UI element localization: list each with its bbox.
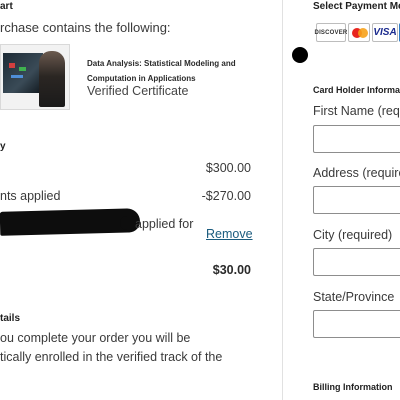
column-divider [282,0,283,400]
visa-card-label: VISA [373,27,397,38]
city-input[interactable] [313,248,400,276]
billing-info-heading: Billing Information [313,382,393,392]
city-label: City (required) [313,228,393,242]
course-title: Data Analysis: Statistical Modeling and … [87,59,236,83]
thumbnail-screen [3,53,43,93]
summary-heading: y [0,141,6,152]
mastercard-circle-yellow [358,28,368,38]
discount-label: nts applied [0,189,61,203]
mastercard-icon[interactable] [348,23,370,42]
course-thumbnail [0,44,70,110]
address-input[interactable] [313,186,400,214]
course-certificate-type: Verified Certificate [87,84,189,98]
cart-intro: rchase contains the following: [0,20,171,35]
thumbnail-detail [11,75,23,78]
first-name-input[interactable] [313,125,400,153]
discover-card-icon[interactable]: DISCOVER [314,23,348,42]
cursor-dot [292,47,308,63]
cart-heading: art [0,1,13,12]
payment-method-heading: Select Payment Met [313,1,400,12]
visa-card-icon[interactable]: VISA [372,23,398,42]
thumbnail-person [39,51,65,107]
total-value: $30.00 [212,263,251,277]
thumbnail-detail [19,67,26,71]
remove-coupon-link[interactable]: Remove [206,227,253,241]
details-line-1: ou complete your order you will be [0,331,191,345]
address-label: Address (require [313,166,400,180]
state-province-label: State/Province [313,290,395,304]
details-line-2: tically enrolled in the verified track o… [0,350,223,364]
price-value: $300.00 [205,161,251,175]
card-holder-heading: Card Holder Informa [313,85,400,95]
thumbnail-detail [9,63,15,68]
details-heading: tails [0,313,21,324]
first-name-label: First Name (requ [313,104,400,118]
discover-card-label: DISCOVER [314,29,348,36]
coupon-applied-label: applied for [135,217,194,231]
state-province-input[interactable] [313,310,400,338]
discount-value: -$270.00 [201,189,251,203]
